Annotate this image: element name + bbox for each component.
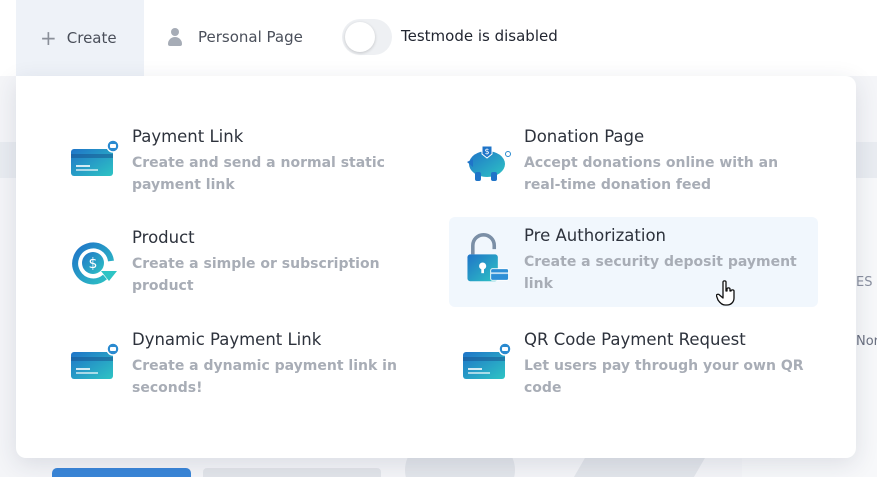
payment-card-icon <box>71 342 120 379</box>
menu-item-title: Donation Page <box>524 127 645 146</box>
testmode-toggle[interactable] <box>342 19 392 55</box>
create-dropdown-menu: Payment Link Create and send a normal st… <box>16 76 856 458</box>
svg-text:$: $ <box>89 256 98 272</box>
menu-item-description: Create a dynamic payment link in seconds… <box>132 358 397 396</box>
padlock-card-icon <box>467 233 509 282</box>
person-icon <box>166 27 184 47</box>
menu-item-description: Create a security deposit payment link <box>524 254 797 292</box>
menu-item-description: Create and send a normal static payment … <box>132 155 385 193</box>
toggle-knob <box>345 22 375 52</box>
create-label: Create <box>66 29 117 47</box>
menu-item-description: Let users pay through your own QR code <box>524 358 804 396</box>
payment-card-icon <box>71 139 120 176</box>
menu-item-pre-authorization[interactable]: Pre Authorization Create a security depo… <box>449 217 818 307</box>
payment-card-icon <box>463 342 512 379</box>
hand-cursor-icon <box>716 280 735 306</box>
top-bar: + Create Personal Page Testmode is disab… <box>0 0 877 76</box>
menu-item-qr-code-payment-request[interactable]: QR Code Payment Request Let users pay th… <box>449 321 818 411</box>
personal-page-label: Personal Page <box>198 28 303 46</box>
create-button[interactable]: + Create <box>16 0 144 76</box>
personal-page-link[interactable]: Personal Page <box>166 24 303 50</box>
menu-item-title: Payment Link <box>132 127 244 146</box>
dollar-refresh-icon: $ <box>72 242 117 285</box>
menu-item-product[interactable]: $ Product Create a simple or subscriptio… <box>57 219 426 309</box>
svg-text:$: $ <box>484 147 489 156</box>
menu-item-title: Pre Authorization <box>524 226 666 245</box>
menu-item-title: QR Code Payment Request <box>524 330 746 349</box>
menu-item-description: Accept donations online with an real-tim… <box>524 155 779 193</box>
menu-item-title: Dynamic Payment Link <box>132 330 322 349</box>
plus-icon: + <box>40 26 57 50</box>
background-partial-text: Nor <box>856 334 877 349</box>
menu-item-payment-link[interactable]: Payment Link Create and send a normal st… <box>57 118 426 208</box>
piggy-bank-icon: $ <box>467 145 511 181</box>
background-secondary-button[interactable] <box>203 468 381 477</box>
testmode-status-label: Testmode is disabled <box>401 27 558 45</box>
menu-item-title: Product <box>132 228 195 247</box>
menu-item-donation-page[interactable]: $ Donation Page Accept donations online … <box>449 118 818 208</box>
menu-item-description: Create a simple or subscription product <box>132 256 380 294</box>
background-primary-button[interactable] <box>52 468 191 477</box>
background-partial-text: ES <box>856 275 873 290</box>
menu-item-dynamic-payment-link[interactable]: Dynamic Payment Link Create a dynamic pa… <box>57 321 426 411</box>
